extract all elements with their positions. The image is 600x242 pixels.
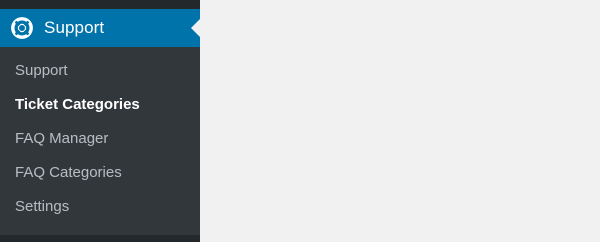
menu-item-support[interactable]: Support [0, 9, 200, 47]
submenu: Support Ticket Categories FAQ Manager FA… [0, 47, 200, 235]
submenu-item-support[interactable]: Support [0, 54, 200, 88]
submenu-item-ticket-categories[interactable]: Ticket Categories [0, 88, 200, 122]
menu-title: Support [44, 18, 105, 37]
submenu-item-settings[interactable]: Settings [0, 190, 200, 224]
submenu-item-faq-categories[interactable]: FAQ Categories [0, 156, 200, 190]
submenu-item-faq-manager[interactable]: FAQ Manager [0, 122, 200, 156]
current-menu-pointer [191, 19, 200, 37]
admin-sidebar: Support Support Ticket Categories FAQ Ma… [0, 0, 200, 242]
lifebuoy-icon [11, 17, 33, 39]
